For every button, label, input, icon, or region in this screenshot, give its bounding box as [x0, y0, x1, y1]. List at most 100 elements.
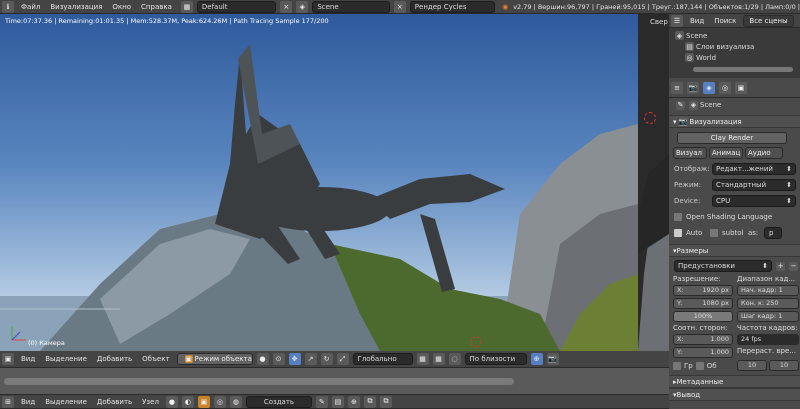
timeline-area[interactable]: [0, 368, 669, 394]
outliner-menu-view[interactable]: Вид: [685, 17, 709, 25]
view3d-menu-add[interactable]: Добавить: [92, 355, 137, 363]
screen-layout-icon[interactable]: ▦: [180, 0, 193, 13]
border-checkbox[interactable]: [673, 361, 681, 370]
paste-icon[interactable]: ⧉: [379, 395, 392, 408]
object-tab-icon[interactable]: ▣: [735, 81, 747, 94]
mode-select[interactable]: ▣ Режим объекта: [176, 353, 253, 365]
menu-help[interactable]: Справка: [136, 3, 177, 11]
frame-step-field[interactable]: Шаг кадр: 1: [737, 311, 799, 322]
pin-node-icon[interactable]: ✎: [315, 395, 328, 408]
rotate-icon[interactable]: ↻: [320, 353, 333, 365]
node-tree-icon[interactable]: ●: [165, 395, 178, 408]
backdrop-icon[interactable]: ▤: [331, 395, 344, 408]
tab-render[interactable]: Визуал: [673, 147, 707, 159]
camera-label: (0) Камера: [28, 339, 65, 347]
object-icon[interactable]: ▣: [197, 395, 210, 408]
aspect-y-field[interactable]: Y: 1.000: [673, 347, 733, 358]
auto-checkbox[interactable]: [674, 229, 682, 237]
view-type-icon[interactable]: ▣: [2, 353, 14, 365]
outliner-filter-select[interactable]: Все сцены: [743, 14, 794, 27]
layers-icon[interactable]: ▦: [416, 353, 429, 365]
render-preset-select[interactable]: Предустановки визуал...⬍: [674, 260, 772, 272]
orientation-select[interactable]: Глобально: [352, 353, 413, 365]
menu-render[interactable]: Визуализация: [45, 3, 107, 11]
world-tab-icon[interactable]: ◎: [719, 81, 731, 94]
render-icon[interactable]: 📷: [546, 353, 559, 365]
proportional-icon[interactable]: ◌: [448, 353, 461, 365]
outliner-item-layers[interactable]: ▤ Слои визуализа: [673, 41, 800, 52]
timeline-scrollbar[interactable]: [4, 378, 514, 385]
3d-viewport[interactable]: Time:07:37.36 | Remaining:01:01.35 | Mem…: [0, 14, 638, 351]
pin-icon[interactable]: ✎: [676, 100, 685, 110]
view3d-menu-select[interactable]: Выделение: [40, 355, 92, 363]
remap-new-field[interactable]: 10: [769, 360, 799, 371]
fps-select[interactable]: 24 fps: [737, 334, 799, 345]
tab-audio[interactable]: Аудио: [745, 147, 783, 159]
shading-icon[interactable]: ●: [256, 353, 269, 365]
menu-file[interactable]: Файл: [16, 3, 45, 11]
mode-select[interactable]: Стандартный ⬍: [712, 179, 796, 191]
copy-icon[interactable]: ⧉: [363, 395, 376, 408]
as-field[interactable]: p: [764, 227, 782, 239]
view3d-menu-object[interactable]: Объект: [137, 355, 174, 363]
scene-field[interactable]: Scene: [312, 0, 390, 13]
render-panel-header[interactable]: ▾ 📷 Визуализация: [669, 115, 800, 128]
snap-node-icon[interactable]: ⊕: [347, 395, 360, 408]
frame-end-field[interactable]: Кон. к: 250: [737, 298, 799, 309]
osl-row[interactable]: Open Shading Language: [669, 210, 800, 224]
proportional-select[interactable]: По близости: [464, 353, 527, 365]
device-select[interactable]: CPU ⬍: [712, 195, 796, 207]
metadata-panel-header[interactable]: ▸ Метаданные: [669, 375, 800, 388]
res-x-field[interactable]: X: 1920 px: [673, 285, 733, 296]
layout-field[interactable]: Default: [196, 0, 277, 13]
render-layers-icon: ▤: [685, 42, 694, 51]
subtol-checkbox[interactable]: [710, 229, 718, 237]
render-tab-icon[interactable]: 📷: [687, 81, 699, 94]
render-engine-select[interactable]: Рендер Cycles: [409, 0, 496, 13]
res-y-field[interactable]: Y: 1080 px: [673, 298, 733, 309]
translate-icon[interactable]: ↗: [304, 353, 317, 365]
shader-icon[interactable]: ◐: [181, 395, 194, 408]
node-menu-view[interactable]: Вид: [16, 398, 40, 406]
close-layout-icon[interactable]: ×: [280, 0, 293, 13]
display-select[interactable]: Редакт...жений ⬍: [712, 163, 796, 175]
close-scene-icon[interactable]: ×: [393, 0, 406, 13]
frame-start-field[interactable]: Нач. кадр: 1: [737, 285, 799, 296]
pivot-icon[interactable]: ⊙: [272, 353, 285, 365]
snap-icon[interactable]: ⊕: [530, 353, 543, 365]
outliner-scrollbar[interactable]: [693, 67, 793, 72]
clay-render-button[interactable]: Clay Render: [677, 132, 787, 144]
view3d-menu-view[interactable]: Вид: [16, 355, 40, 363]
properties-type-icon[interactable]: ≡: [671, 81, 683, 94]
manipulator-icon[interactable]: ✥: [288, 353, 301, 365]
tab-animation[interactable]: Анимац: [709, 147, 743, 159]
new-material-button[interactable]: Создать: [245, 395, 312, 408]
scene-icon[interactable]: ◈: [296, 0, 309, 13]
aspect-x-field[interactable]: X: 1.000: [673, 334, 733, 345]
menu-window[interactable]: Окно: [107, 3, 136, 11]
outliner-menu-search[interactable]: Поиск: [709, 17, 741, 25]
node-menu-select[interactable]: Выделение: [40, 398, 92, 406]
scene-tab-icon[interactable]: ◈: [703, 81, 715, 94]
node-editor-type-icon[interactable]: ⊞: [2, 395, 14, 408]
aspect-label: Соотн. сторон:: [673, 324, 728, 332]
remap-old-field[interactable]: 10: [737, 360, 767, 371]
crop-checkbox[interactable]: [695, 361, 704, 370]
material-icon[interactable]: ◍: [229, 395, 242, 408]
outliner-item-scene[interactable]: ◈ Scene: [673, 30, 800, 41]
world-icon[interactable]: ◎: [213, 395, 226, 408]
remove-preset-icon[interactable]: −: [789, 261, 798, 271]
osl-checkbox[interactable]: [674, 213, 682, 221]
dimensions-panel-header[interactable]: ▾ Размеры: [669, 244, 800, 257]
node-menu-node[interactable]: Узел: [137, 398, 164, 406]
node-menu-add[interactable]: Добавить: [92, 398, 137, 406]
layers2-icon[interactable]: ▦: [432, 353, 445, 365]
output-panel-header[interactable]: ▾ Вывод: [669, 388, 800, 401]
scale-icon[interactable]: ⤢: [336, 353, 349, 365]
outliner-item-world[interactable]: ◎ World: [673, 52, 800, 63]
res-percent-field[interactable]: 100%: [673, 311, 733, 322]
range-label: Диапазон кад...: [737, 275, 796, 283]
add-preset-icon[interactable]: +: [776, 261, 785, 271]
outliner-type-icon[interactable]: ☰: [671, 14, 683, 27]
editor-type-icon[interactable]: ℹ: [2, 0, 14, 13]
